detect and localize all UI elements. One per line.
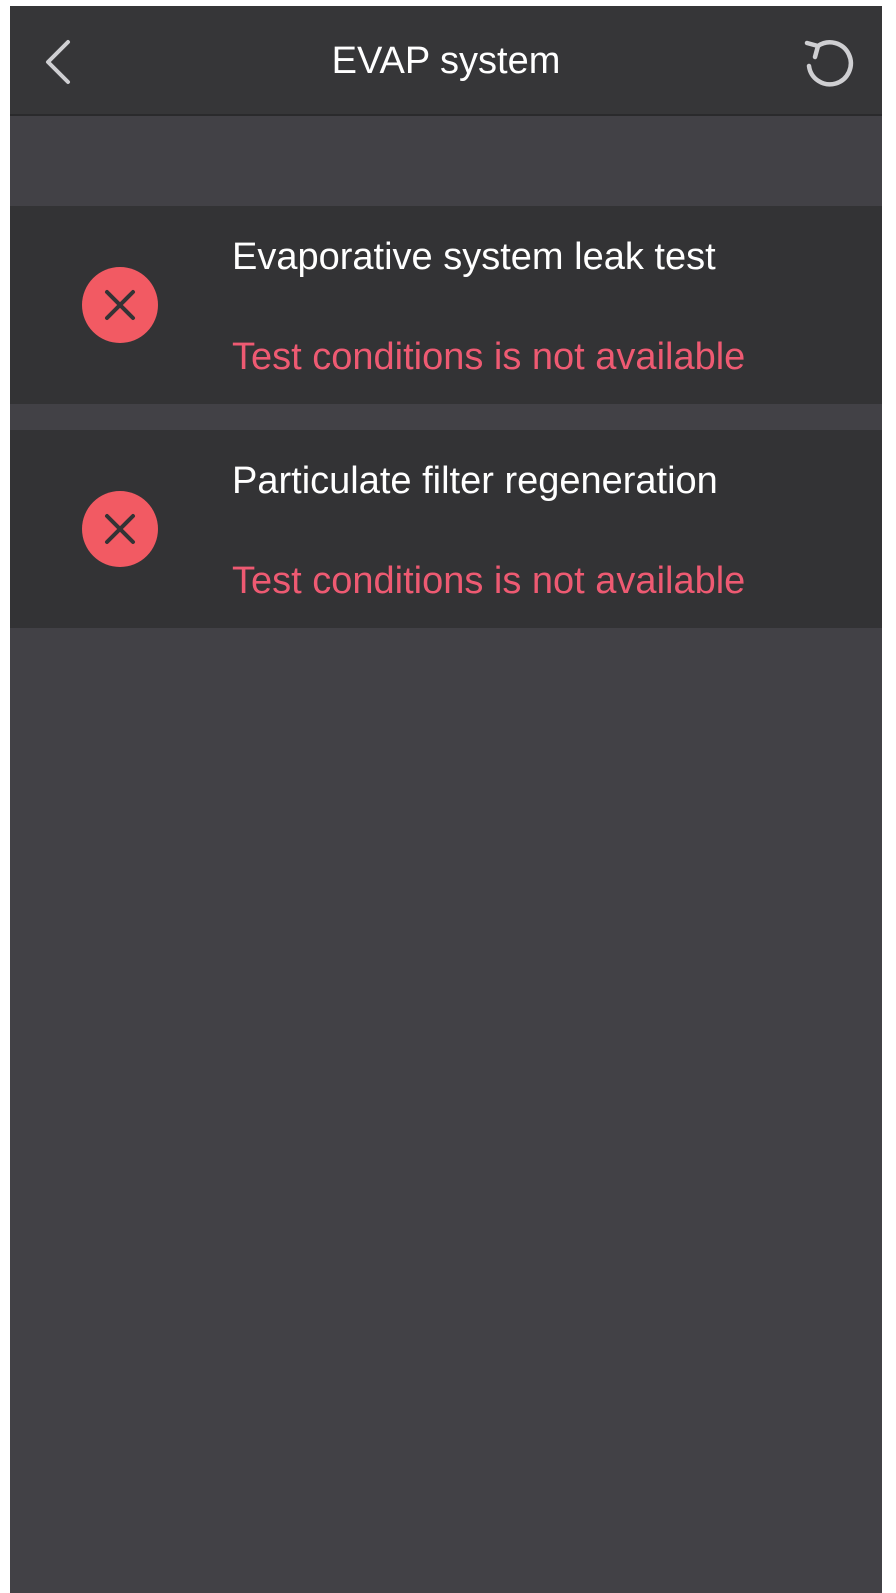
error-x-icon [82,491,158,567]
list-item[interactable]: Evaporative system leak test Test condit… [10,206,882,404]
refresh-icon [804,40,854,87]
test-list: Evaporative system leak test Test condit… [10,206,882,654]
app-screen: EVAP system Evaporative system leak test… [10,6,882,1593]
list-item[interactable]: Particulate filter regeneration Test con… [10,430,882,628]
error-x-icon [82,267,158,343]
refresh-button[interactable] [796,30,862,96]
back-button[interactable] [36,30,86,94]
test-name: Particulate filter regeneration [232,460,718,502]
test-status: Test conditions is not available [232,336,746,378]
test-status: Test conditions is not available [232,560,746,602]
header-bar: EVAP system [10,6,882,116]
chevron-left-icon [46,40,70,84]
page-title: EVAP system [331,40,561,82]
test-name: Evaporative system leak test [232,236,716,278]
